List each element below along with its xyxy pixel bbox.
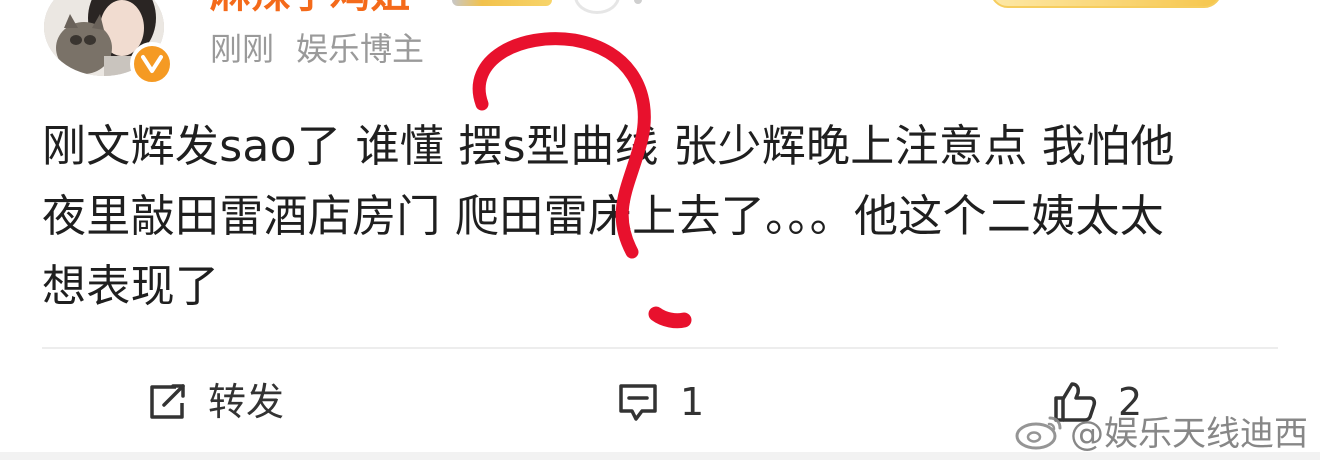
author-tag: 娱乐博主 [296, 30, 425, 68]
post-text-line: 刚文辉发sao了 谁懂 摆s型曲线 张少辉晚上注意点 我怕他 [42, 121, 1175, 172]
weibo-post-card: 麻辣子鸡姐 刚刚娱乐博主 刚文辉发sao了 谁懂 摆s型曲线 张少辉晚上注意点 … [0, 0, 1320, 460]
comment-count: 1 [680, 380, 705, 424]
divider [42, 347, 1278, 349]
watermark-text: @娱乐天线迪西 [1070, 413, 1308, 454]
verified-badge [130, 42, 174, 86]
fan-badge [574, 0, 620, 14]
post-body: 刚文辉发sao了 谁懂 摆s型曲线 张少辉晚上注意点 我怕他 夜里敲田雷酒店房门… [42, 112, 1282, 322]
post-text-line: 夜里敲田雷酒店房门 爬田雷床上去了。。。他这个二姨太太 [42, 191, 1165, 242]
post-text-line: 想表现了 [42, 261, 220, 312]
repost-icon [150, 384, 185, 419]
repost-label: 转发 [208, 380, 285, 424]
weibo-logo-icon [1015, 416, 1062, 450]
weibo-watermark: @娱乐天线迪西 [1014, 408, 1308, 454]
follow-button[interactable] [990, 0, 1222, 8]
post-meta: 刚刚 娱乐博主 [210, 28, 424, 70]
author-name[interactable]: 麻辣子鸡姐 [210, 0, 410, 14]
comment-button[interactable]: 1 [616, 372, 704, 432]
comment-icon [619, 384, 657, 421]
more-dot [634, 0, 642, 4]
member-badge [452, 0, 552, 6]
card-bottom-gap [0, 452, 1320, 460]
verified-v-icon [141, 55, 163, 73]
repost-button[interactable]: 转发 [146, 372, 284, 432]
post-time: 刚刚 [210, 30, 275, 68]
